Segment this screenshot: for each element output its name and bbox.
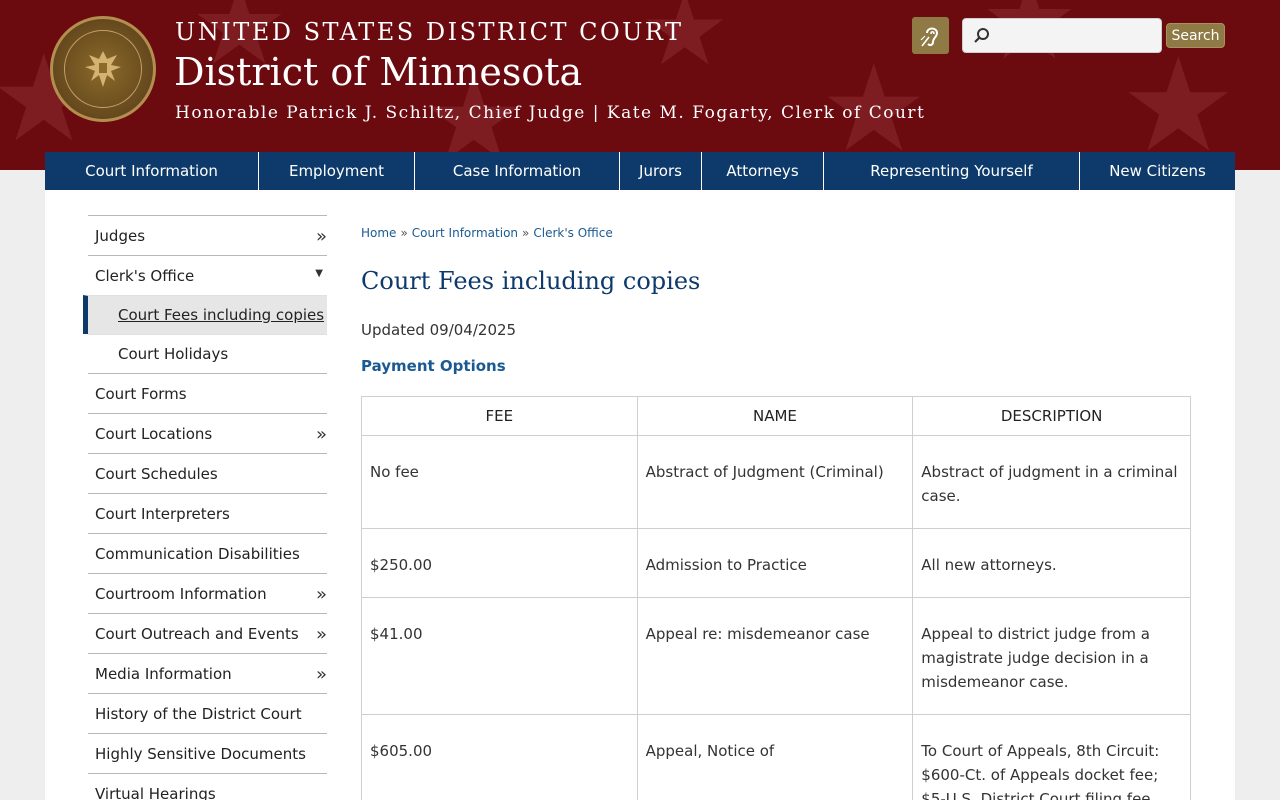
officials-line: Honorable Patrick J. Schiltz, Chief Judg… <box>175 103 926 123</box>
fee-cell: $605.00 <box>361 714 638 800</box>
sidebar-item-courtroom-information[interactable]: Courtroom Information » <box>88 573 327 613</box>
sidebar-item-label: Court Locations <box>95 424 213 443</box>
double-chevron-right-icon[interactable]: » <box>316 584 327 605</box>
breadcrumb: Home» Court Information» Clerk's Office <box>361 226 1191 240</box>
sidebar-item-court-forms[interactable]: Court Forms <box>88 373 327 413</box>
sidebar-item-media-information[interactable]: Media Information » <box>88 653 327 693</box>
description-cell: Abstract of judgment in a criminal case. <box>912 435 1191 529</box>
sidebar-item-label: History of the District Court <box>95 704 302 723</box>
table-row: $250.00 Admission to Practice All new at… <box>361 528 1191 598</box>
nav-item-new-citizens[interactable]: New Citizens <box>1080 152 1235 190</box>
column-header-name: NAME <box>636 396 914 436</box>
breadcrumb-separator-icon: » <box>400 226 408 240</box>
table-header-row: FEE NAME DESCRIPTION <box>361 396 1191 436</box>
sidebar-item-communication-disabilities[interactable]: Communication Disabilities <box>88 533 327 573</box>
column-header-description: DESCRIPTION <box>912 396 1191 436</box>
sidebar-item-label: Court Outreach and Events <box>95 624 299 643</box>
table-row: No fee Abstract of Judgment (Criminal) A… <box>361 435 1191 529</box>
sidebar-item-label: Courtroom Information <box>95 584 267 603</box>
eagle-icon <box>85 51 121 87</box>
sidebar-item-label: Court Interpreters <box>95 504 230 523</box>
sidebar-item-label: Judges <box>95 226 146 245</box>
nav-item-court-information[interactable]: Court Information <box>45 152 259 190</box>
sidebar-item-court-locations[interactable]: Court Locations » <box>88 413 327 453</box>
search-icon <box>974 27 989 43</box>
description-cell: To Court of Appeals, 8th Circuit: $600-C… <box>912 714 1191 800</box>
description-cell: All new attorneys. <box>912 528 1191 598</box>
sidebar-item-label: Clerk's Office <box>95 266 195 285</box>
search-button[interactable]: Search <box>1166 23 1225 48</box>
sidebar-item-court-interpreters[interactable]: Court Interpreters <box>88 493 327 533</box>
sidebar-menu: Judges » Clerk's Office ▼ Court Fees inc… <box>83 215 327 800</box>
sidebar-item-label: Highly Sensitive Documents <box>95 744 306 763</box>
banner-star-icon: ★ <box>1120 29 1237 170</box>
column-header-fee: FEE <box>361 396 638 436</box>
page-body: Judges » Clerk's Office ▼ Court Fees inc… <box>45 190 1235 800</box>
double-chevron-right-icon[interactable]: » <box>316 664 327 685</box>
district-name[interactable]: District of Minnesota <box>174 50 582 94</box>
page-title: Court Fees including copies <box>361 267 701 295</box>
court-name[interactable]: UNITED STATES DISTRICT COURT <box>175 18 684 46</box>
sidebar-item-clerks-office[interactable]: Clerk's Office ▼ <box>88 255 327 295</box>
nav-item-attorneys[interactable]: Attorneys <box>702 152 824 190</box>
fee-cell: $41.00 <box>361 597 638 715</box>
seal-ring <box>64 30 142 108</box>
sidebar-item-label: Communication Disabilities <box>95 544 300 563</box>
sidebar-item-label: Court Forms <box>95 384 187 403</box>
site-banner: ★ ★ ★ ★ ★ ★ ★ UNITED STATES DISTRICT COU… <box>0 0 1280 170</box>
fee-cell: No fee <box>361 435 638 529</box>
fee-cell: $250.00 <box>361 528 638 598</box>
double-chevron-right-icon[interactable]: » <box>316 424 327 445</box>
sidebar-item-highly-sensitive-documents[interactable]: Highly Sensitive Documents <box>88 733 327 773</box>
search-input[interactable] <box>997 20 1157 51</box>
double-chevron-right-icon[interactable]: » <box>316 226 327 247</box>
caret-down-icon[interactable]: ▼ <box>315 268 323 279</box>
description-cell: Appeal to district judge from a magistra… <box>912 597 1191 715</box>
breadcrumb-separator-icon: » <box>522 226 530 240</box>
main-content: Home» Court Information» Clerk's Office Co… <box>361 226 1191 800</box>
nav-item-case-information[interactable]: Case Information <box>415 152 620 190</box>
sidebar-subitem-court-fees[interactable]: Court Fees including copies <box>83 295 327 334</box>
breadcrumb-link-court-information[interactable]: Court Information <box>412 226 518 240</box>
table-row: $41.00 Appeal re: misdemeanor case Appea… <box>361 597 1191 715</box>
sidebar-item-judges[interactable]: Judges » <box>88 215 327 255</box>
updated-date: Updated 09/04/2025 <box>361 321 517 339</box>
fees-table: FEE NAME DESCRIPTION No fee Abstract of … <box>361 396 1191 800</box>
sidebar-item-label: Media Information <box>95 664 232 683</box>
table-row: $605.00 Appeal, Notice of To Court of Ap… <box>361 714 1191 800</box>
nav-item-employment[interactable]: Employment <box>259 152 415 190</box>
sidebar-item-virtual-hearings[interactable]: Virtual Hearings <box>88 773 327 800</box>
payment-options-link[interactable]: Payment Options <box>361 357 506 375</box>
accessibility-button[interactable] <box>912 17 949 54</box>
sidebar-item-court-outreach[interactable]: Court Outreach and Events » <box>88 613 327 653</box>
name-cell: Admission to Practice <box>636 528 914 598</box>
nav-item-jurors[interactable]: Jurors <box>620 152 702 190</box>
nav-item-representing-yourself[interactable]: Representing Yourself <box>824 152 1080 190</box>
court-seal-logo[interactable] <box>50 16 156 122</box>
sidebar-item-label: Court Schedules <box>95 464 218 483</box>
sidebar-item-history[interactable]: History of the District Court <box>88 693 327 733</box>
main-nav: Court Information Employment Case Inform… <box>45 152 1235 190</box>
search-field[interactable] <box>962 18 1162 53</box>
name-cell: Abstract of Judgment (Criminal) <box>636 435 914 529</box>
sidebar-item-court-schedules[interactable]: Court Schedules <box>88 453 327 493</box>
hearing-assist-icon <box>920 27 938 46</box>
name-cell: Appeal re: misdemeanor case <box>636 597 914 715</box>
name-cell: Appeal, Notice of <box>636 714 914 800</box>
double-chevron-right-icon[interactable]: » <box>316 624 327 645</box>
sidebar-subitem-court-holidays[interactable]: Court Holidays <box>88 334 327 373</box>
breadcrumb-link-home[interactable]: Home <box>361 226 396 240</box>
breadcrumb-link-clerks-office[interactable]: Clerk's Office <box>533 226 612 240</box>
sidebar-item-label: Virtual Hearings <box>95 784 216 800</box>
